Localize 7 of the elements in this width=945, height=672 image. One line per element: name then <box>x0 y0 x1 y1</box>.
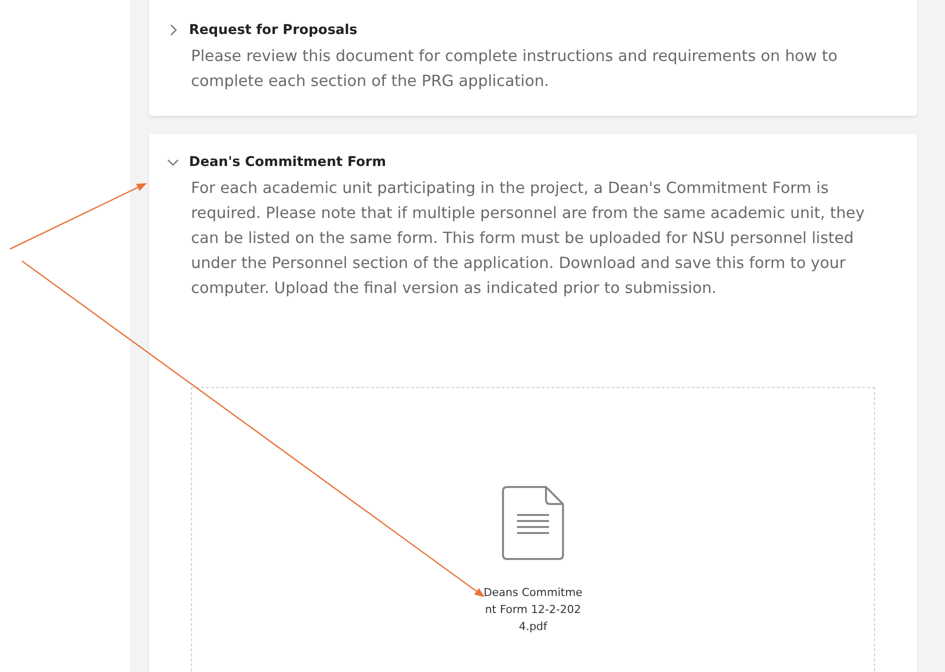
file-name[interactable]: Deans Commitment Form 12-2-2024.pdf <box>483 584 583 635</box>
file-drop-area[interactable]: Deans Commitment Form 12-2-2024.pdf <box>191 387 875 672</box>
section-title[interactable]: Request for Proposals <box>189 22 358 38</box>
section-description: For each academic unit participating in the project, a Dean's Commitment Form is required. Please note that if multiple personnel are from the same academic unit, they can be listed on the same form. This form must be uploaded for NSU personnel listed under the Personnel section of the application. Download and save this form to your computer. Upload the final version as indicated prior to submission. <box>191 178 866 299</box>
document-icon[interactable] <box>502 486 564 560</box>
section-description: Please review this document for complete instructions and requirements on how to complete each section of the PRG application. <box>191 46 838 92</box>
section-title[interactable]: Dean's Commitment Form <box>189 154 386 170</box>
